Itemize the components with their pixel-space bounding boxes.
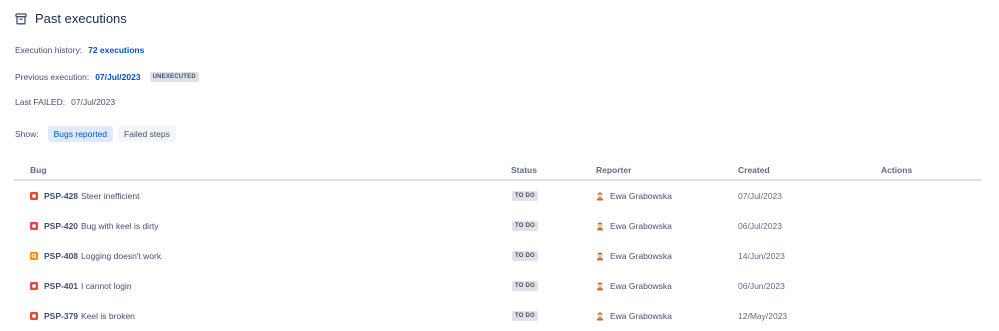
issue-key-link[interactable]: PSP-428 <box>44 191 78 201</box>
status-badge: TO DO <box>512 191 538 201</box>
previous-execution-link[interactable]: 07/Jul/2023 <box>95 72 140 82</box>
issue-summary[interactable]: Keel is broken <box>81 311 135 321</box>
column-header-status[interactable]: Status <box>511 165 537 175</box>
last-failed-label: Last FAILED: <box>15 97 66 107</box>
bugs-reported-toggle[interactable]: Bugs reported <box>47 126 114 142</box>
reporter-cell: Ewa Grabowska <box>596 301 672 331</box>
status-cell: TO DO <box>512 271 538 301</box>
status-badge: TO DO <box>512 311 538 321</box>
reporter-cell: Ewa Grabowska <box>596 181 672 211</box>
archive-icon <box>15 12 27 25</box>
avatar <box>596 192 604 201</box>
last-failed-value: 07/Jul/2023 <box>71 97 116 107</box>
bug-cell: PSP-420 Bug with keel is dirty <box>30 211 159 241</box>
bug-icon <box>30 312 38 320</box>
reporter-name: Ewa Grabowska <box>610 281 672 291</box>
created-cell: 12/May/2023 <box>738 301 787 331</box>
table-row[interactable]: PSP-379 Keel is broken TO DO Ewa Grabowska 1… <box>14 301 982 331</box>
bugs-table: Bug Status Reporter Created Actions PSP-… <box>14 159 982 331</box>
issue-summary[interactable]: Bug with keel is dirty <box>81 221 158 231</box>
bug-icon <box>30 192 38 200</box>
issue-key-link[interactable]: PSP-408 <box>44 251 78 261</box>
avatar <box>596 312 604 321</box>
previous-execution-label: Previous execution: <box>15 72 90 82</box>
created-cell: 14/Jun/2023 <box>738 241 785 271</box>
table-row[interactable]: PSP-401 I cannot login TO DO Ewa Grabowska 0… <box>14 271 982 301</box>
column-header-bug[interactable]: Bug <box>30 165 47 175</box>
column-header-reporter[interactable]: Reporter <box>596 165 631 175</box>
bug-cell: PSP-379 Keel is broken <box>30 301 135 331</box>
avatar <box>596 222 604 231</box>
status-badge: TO DO <box>512 221 538 231</box>
table-body: PSP-428 Steer inefficient TO DO Ewa Grabows… <box>14 181 982 331</box>
show-label: Show: <box>15 129 39 139</box>
reporter-cell: Ewa Grabowska <box>596 211 672 241</box>
avatar <box>596 252 604 261</box>
bug-cell: PSP-401 I cannot login <box>30 271 132 301</box>
status-cell: TO DO <box>512 241 538 271</box>
reporter-name: Ewa Grabowska <box>610 191 672 201</box>
reporter-cell: Ewa Grabowska <box>596 241 672 271</box>
column-header-created[interactable]: Created <box>738 165 770 175</box>
panel-header: Past executions <box>15 11 127 26</box>
execution-history-label: Execution history: <box>15 45 83 55</box>
created-cell: 06/Jul/2023 <box>738 211 782 241</box>
bug-icon <box>30 282 38 290</box>
bug-cell: PSP-408 Logging doesn't work <box>30 241 161 271</box>
table-row[interactable]: PSP-420 Bug with keel is dirty TO DO Ewa Gr… <box>14 211 982 241</box>
improvement-icon <box>30 252 38 260</box>
last-failed-row: Last FAILED: 07/Jul/2023 <box>15 97 115 107</box>
issue-summary[interactable]: Logging doesn't work <box>81 251 161 261</box>
reporter-name: Ewa Grabowska <box>610 251 672 261</box>
past-executions-panel: Past executions Execution history: 72 ex… <box>0 0 999 331</box>
status-badge: UNEXECUTED <box>149 72 199 82</box>
issue-summary[interactable]: Steer inefficient <box>81 191 139 201</box>
table-row[interactable]: PSP-408 Logging doesn't work TO DO Ewa Grab… <box>14 241 982 271</box>
created-date: 07/Jul/2023 <box>738 191 782 201</box>
reporter-name: Ewa Grabowska <box>610 221 672 231</box>
bug-cell: PSP-428 Steer inefficient <box>30 181 139 211</box>
issue-key-link[interactable]: PSP-401 <box>44 281 78 291</box>
created-date: 06/Jul/2023 <box>738 221 782 231</box>
created-cell: 06/Jun/2023 <box>738 271 785 301</box>
table-row[interactable]: PSP-428 Steer inefficient TO DO Ewa Grabows… <box>14 181 982 211</box>
table-header: Bug Status Reporter Created Actions <box>14 159 982 181</box>
column-header-actions: Actions <box>881 165 913 175</box>
created-date: 06/Jun/2023 <box>738 281 785 291</box>
previous-execution-row: Previous execution: 07/Jul/2023 UNEXECUT… <box>15 72 199 82</box>
status-cell: TO DO <box>512 211 538 241</box>
avatar <box>596 282 604 291</box>
status-cell: TO DO <box>512 181 538 211</box>
reporter-cell: Ewa Grabowska <box>596 271 672 301</box>
status-badge: TO DO <box>512 251 538 261</box>
show-filter-row: Show: Bugs reported Failed steps <box>15 126 176 142</box>
execution-history-row: Execution history: 72 executions <box>15 45 144 55</box>
reporter-name: Ewa Grabowska <box>610 311 672 321</box>
bug-icon <box>30 222 38 230</box>
created-cell: 07/Jul/2023 <box>738 181 782 211</box>
created-date: 14/Jun/2023 <box>738 251 785 261</box>
issue-key-link[interactable]: PSP-420 <box>44 221 78 231</box>
status-badge: TO DO <box>512 281 538 291</box>
created-date: 12/May/2023 <box>738 311 788 321</box>
failed-steps-toggle[interactable]: Failed steps <box>118 126 176 142</box>
issue-summary[interactable]: I cannot login <box>81 281 132 291</box>
execution-history-link[interactable]: 72 executions <box>88 45 144 55</box>
status-cell: TO DO <box>512 301 538 331</box>
issue-key-link[interactable]: PSP-379 <box>44 311 78 321</box>
page-title: Past executions <box>35 11 127 26</box>
